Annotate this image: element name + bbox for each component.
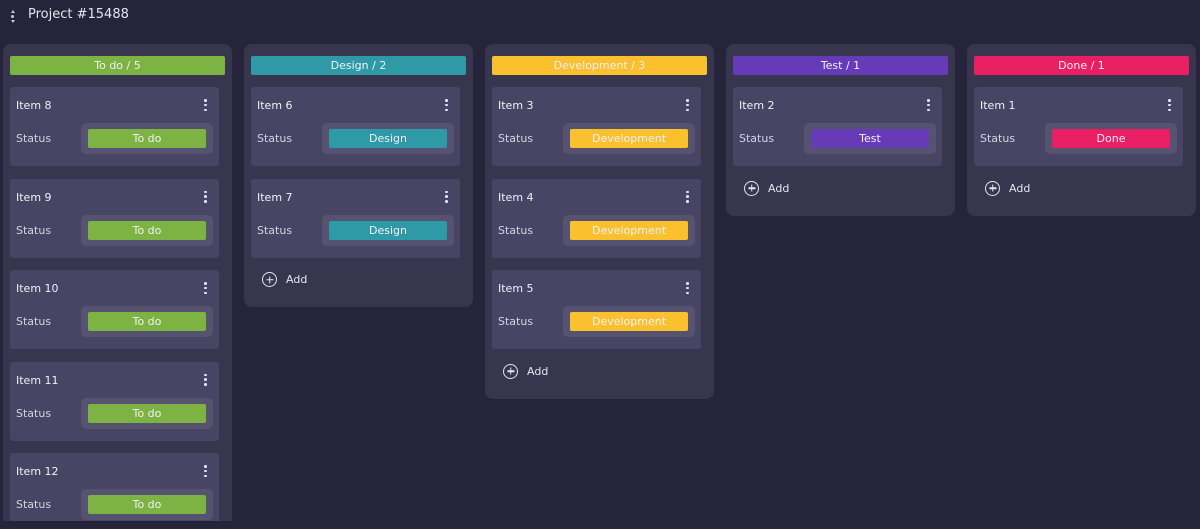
status-field[interactable]: To do — [81, 214, 213, 246]
status-chip[interactable]: To do — [88, 403, 206, 423]
status-chip[interactable]: Development — [570, 129, 688, 148]
plus-circle-icon — [503, 363, 518, 379]
more-options-icon[interactable] — [686, 190, 689, 203]
column-to-do: To do / 5 Item 8 Status To do Item 9 Status To… — [3, 44, 232, 521]
item-card[interactable]: Item 9 Status To do — [10, 178, 219, 258]
column-done: Done / 1 Item 1 Status Done Add — [967, 44, 1196, 216]
status-chip[interactable]: To do — [88, 312, 206, 331]
more-options-icon[interactable] — [204, 373, 207, 386]
item-title: Item 4 — [498, 190, 534, 204]
column-header: To do / 5 — [10, 56, 225, 75]
more-options-icon[interactable] — [445, 190, 448, 203]
status-label: Status — [16, 223, 52, 237]
status-label: Status — [498, 223, 534, 237]
add-item-button[interactable]: Add — [985, 180, 1031, 196]
item-title: Item 12 — [16, 465, 59, 478]
add-item-button[interactable]: Add — [503, 363, 549, 379]
item-title: Item 9 — [16, 190, 52, 204]
item-card[interactable]: Item 12 Status To do — [10, 453, 219, 521]
item-card[interactable]: Item 6 Status Design — [251, 87, 460, 166]
status-label: Status — [16, 406, 52, 420]
status-chip[interactable]: Design — [329, 220, 447, 240]
status-field[interactable]: Design — [322, 214, 454, 246]
column-test: Test / 1 Item 2 Status Test Add — [726, 44, 955, 216]
item-card[interactable]: Item 10 Status To do — [10, 270, 219, 349]
add-label: Add — [286, 273, 308, 286]
add-label: Add — [768, 181, 790, 195]
more-options-icon[interactable] — [927, 99, 930, 111]
add-item-button[interactable]: Add — [262, 272, 307, 287]
more-options-icon[interactable] — [204, 99, 207, 111]
status-chip[interactable]: To do — [88, 220, 206, 240]
status-label: Status — [739, 132, 775, 145]
status-chip[interactable]: Design — [329, 129, 447, 148]
status-label: Status — [498, 132, 534, 145]
status-field[interactable]: Development — [563, 214, 695, 246]
status-label: Status — [16, 315, 52, 328]
more-options-icon[interactable] — [204, 282, 207, 294]
drag-handle-icon[interactable] — [10, 10, 15, 23]
status-label: Status — [980, 132, 1016, 145]
status-chip[interactable]: Development — [570, 220, 688, 240]
item-title: Item 11 — [16, 373, 59, 387]
status-label: Status — [16, 498, 52, 511]
status-field[interactable]: Done — [1045, 123, 1177, 154]
more-options-icon[interactable] — [686, 282, 689, 294]
status-chip[interactable]: To do — [88, 495, 206, 514]
more-options-icon[interactable] — [445, 99, 448, 111]
item-card[interactable]: Item 3 Status Development — [492, 87, 701, 166]
item-card[interactable]: Item 8 Status To do — [10, 87, 219, 166]
column-header: Development / 3 — [492, 56, 707, 75]
item-card[interactable]: Item 5 Status Development — [492, 270, 701, 349]
status-label: Status — [498, 315, 534, 328]
status-label: Status — [257, 132, 293, 145]
plus-circle-icon — [744, 180, 759, 196]
status-field[interactable]: Design — [322, 123, 454, 154]
status-chip[interactable]: Test — [811, 129, 929, 148]
more-options-icon[interactable] — [1168, 99, 1171, 111]
item-title: Item 1 — [980, 99, 1016, 112]
status-field[interactable]: To do — [81, 489, 213, 520]
item-title: Item 10 — [16, 282, 59, 295]
add-label: Add — [527, 364, 549, 378]
item-card[interactable]: Item 4 Status Development — [492, 178, 701, 258]
status-label: Status — [257, 223, 293, 237]
item-card[interactable]: Item 1 Status Done — [974, 87, 1183, 166]
item-title: Item 8 — [16, 99, 52, 112]
status-chip[interactable]: To do — [88, 129, 206, 148]
status-field[interactable]: To do — [81, 123, 213, 154]
plus-circle-icon — [262, 272, 277, 287]
item-title: Item 2 — [739, 99, 775, 112]
status-field[interactable]: Development — [563, 306, 695, 337]
status-label: Status — [16, 132, 52, 145]
status-field[interactable]: Test — [804, 123, 936, 154]
plus-circle-icon — [985, 180, 1000, 196]
item-title: Item 7 — [257, 190, 293, 204]
column-header: Test / 1 — [733, 56, 948, 75]
column-header: Done / 1 — [974, 56, 1189, 75]
column-header: Design / 2 — [251, 56, 466, 75]
status-field[interactable]: To do — [81, 306, 213, 337]
add-item-button[interactable]: Add — [744, 180, 790, 196]
status-field[interactable]: To do — [81, 397, 213, 429]
add-label: Add — [1009, 181, 1031, 195]
item-card[interactable]: Item 11 Status To do — [10, 361, 219, 441]
status-field[interactable]: Development — [563, 123, 695, 154]
column-design: Design / 2 Item 6 Status Design Item 7 Status… — [244, 44, 473, 307]
item-card[interactable]: Item 2 Status Test — [733, 87, 942, 166]
more-options-icon[interactable] — [204, 190, 207, 203]
item-title: Item 5 — [498, 282, 534, 295]
item-card[interactable]: Item 7 Status Design — [251, 178, 460, 258]
more-options-icon[interactable] — [686, 99, 689, 111]
column-development: Development / 3 Item 3 Status Development It… — [485, 44, 714, 399]
top-bar: Project #15488 — [0, 0, 1200, 34]
status-chip[interactable]: Development — [570, 312, 688, 331]
project-title: Project #15488 — [28, 7, 129, 22]
item-title: Item 3 — [498, 99, 534, 112]
status-chip[interactable]: Done — [1052, 129, 1170, 148]
more-options-icon[interactable] — [204, 465, 207, 477]
item-title: Item 6 — [257, 99, 293, 112]
